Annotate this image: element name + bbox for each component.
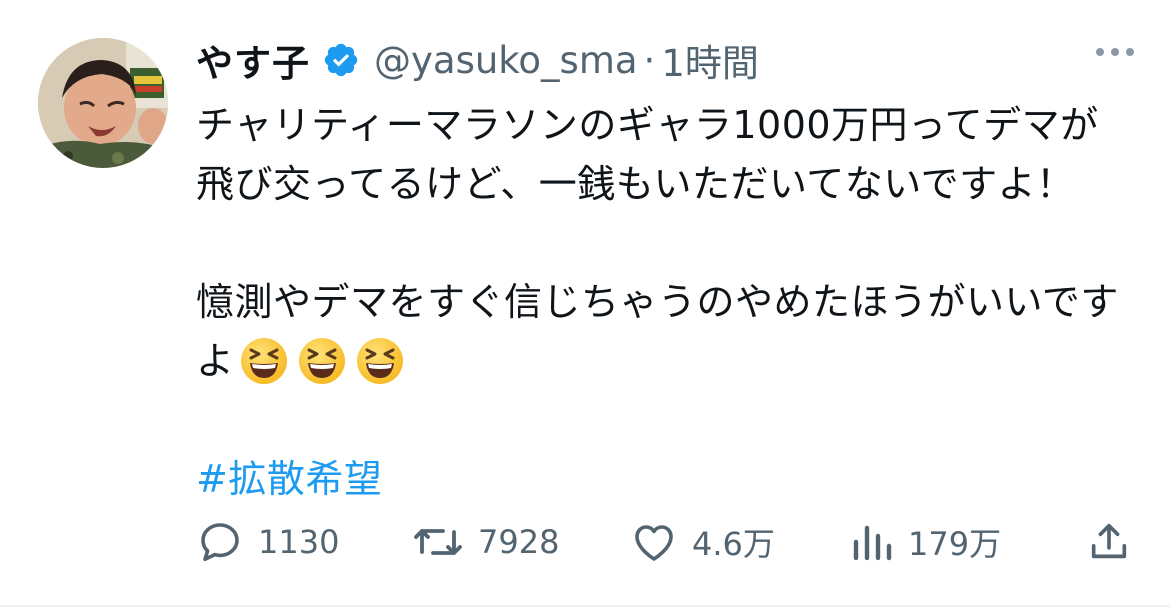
like-count: 4.6万 [692,525,775,563]
header-separator: · [643,38,656,82]
analytics-icon [853,525,892,561]
views-count: 179万 [908,525,1002,563]
retweet-button[interactable]: 7928 [412,512,559,572]
tweet-timestamp[interactable]: 1時間 [661,33,759,87]
like-button[interactable]: 4.6万 [630,512,775,572]
grinning-squinting-face-icon [356,338,403,384]
retweet-icon [414,529,462,555]
reply-icon [201,523,239,561]
tweet-header: やす子 @yasuko_sma · 1時間 [196,32,759,88]
tweet-text: チャリティーマラソンのギャラ1000万円ってデマが飛び交ってるけど、一銭もいただ… [196,96,1136,509]
author-name[interactable]: やす子 [196,33,310,87]
verified-badge-icon [322,41,360,79]
grinning-squinting-face-icon [298,338,345,384]
more-options-icon[interactable] [1096,48,1134,56]
hashtag-link[interactable]: #拡散希望 [196,457,382,501]
heart-icon [635,525,673,561]
reply-count: 1130 [258,523,340,561]
reply-button[interactable]: 1130 [196,512,339,572]
share-button[interactable] [1086,512,1132,572]
tweet-actions: 1130 7928 4.6万 179万 [196,512,1136,572]
views-button[interactable]: 179万 [850,512,1001,572]
grinning-squinting-face-icon [240,338,287,384]
share-icon [1091,523,1127,559]
avatar[interactable] [38,38,168,168]
retweet-count: 7928 [478,523,560,561]
avatar-photo [38,38,168,168]
author-handle[interactable]: @yasuko_sma [374,39,638,82]
